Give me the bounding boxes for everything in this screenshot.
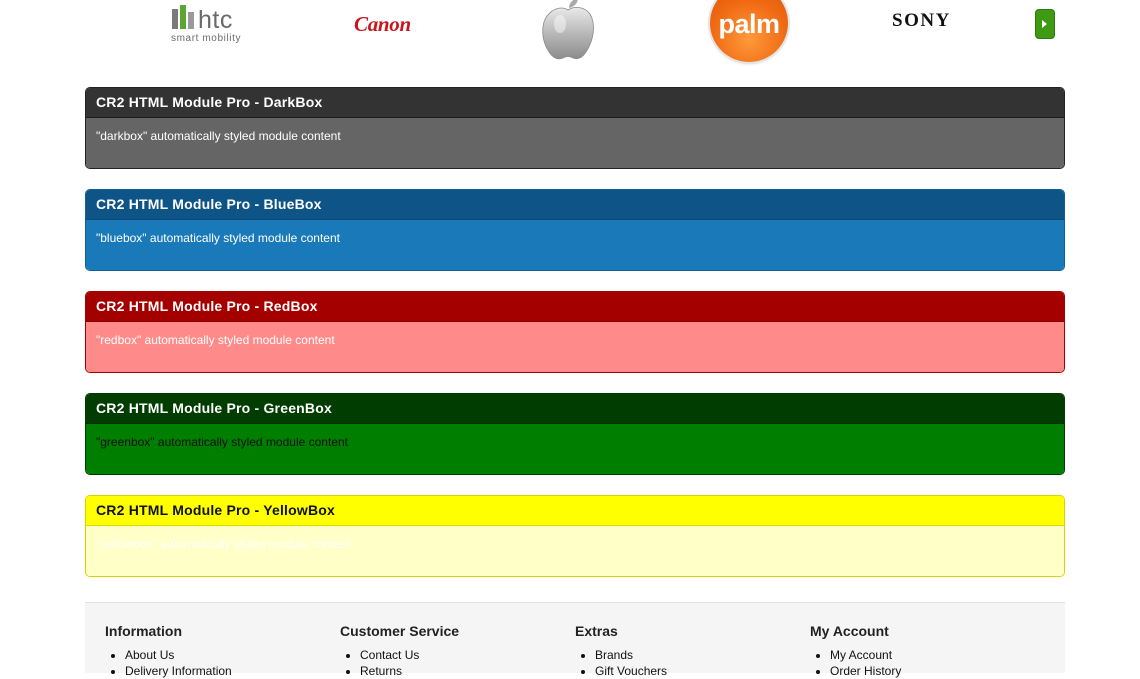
module-darkbox-title: CR2 HTML Module Pro - DarkBox [86,88,1064,118]
footer-link-gift-vouchers-text[interactable]: Gift Vouchers [595,664,667,678]
module-redbox-content: "redbox" automatically styled module con… [86,322,1064,372]
footer-link-returns-text[interactable]: Returns [360,664,402,678]
brand-sony-logo[interactable]: SONY [892,10,951,32]
footer-heading-extras: Extras [575,623,618,639]
footer-link-about-us[interactable]: About Us [125,647,232,663]
htc-tagline: smart mobility [171,33,242,44]
htc-mark-icon [172,5,194,29]
brand-apple-logo[interactable] [538,0,598,67]
carousel-next-button[interactable] [1035,9,1055,39]
brand-canon-logo[interactable]: Canon [354,12,411,37]
htc-wordmark: htc [198,6,233,34]
footer-list-information: About Us Delivery Information [105,647,232,679]
module-greenbox-content: "greenbox" automatically styled module c… [86,424,1064,474]
module-redbox: CR2 HTML Module Pro - RedBox "redbox" au… [85,291,1065,373]
module-redbox-title: CR2 HTML Module Pro - RedBox [86,292,1064,322]
footer-column-extras: Extras Brands Gift Vouchers [575,623,667,679]
module-greenbox: CR2 HTML Module Pro - GreenBox "greenbox… [85,393,1065,475]
brand-htc-logo[interactable]: htc smart mobility [168,2,252,46]
footer-column-information: Information About Us Delivery Informatio… [105,623,232,679]
module-bluebox-content: "bluebox" automatically styled module co… [86,220,1064,270]
brand-palm-logo[interactable]: palm [710,0,788,62]
footer-column-my-account: My Account My Account Order History [810,623,901,679]
footer-heading-customer-service: Customer Service [340,623,460,639]
footer-link-order-history[interactable]: Order History [830,663,901,679]
palm-wordmark: palm [718,9,780,39]
footer-link-gift-vouchers[interactable]: Gift Vouchers [595,663,667,679]
footer-link-delivery-information[interactable]: Delivery Information [125,663,232,679]
module-darkbox: CR2 HTML Module Pro - DarkBox "darkbox" … [85,87,1065,169]
footer-link-contact-us[interactable]: Contact Us [360,647,459,663]
module-greenbox-title: CR2 HTML Module Pro - GreenBox [86,394,1064,424]
footer-heading-information: Information [105,623,182,639]
footer-link-delivery-information-text[interactable]: Delivery Information [125,664,232,678]
footer-link-brands-text[interactable]: Brands [595,648,633,662]
footer-list-customer-service: Contact Us Returns [340,647,459,679]
footer-list-my-account: My Account Order History [810,647,901,679]
module-yellowbox: CR2 HTML Module Pro - YellowBox "yellowb… [85,495,1065,577]
module-bluebox-title: CR2 HTML Module Pro - BlueBox [86,190,1064,220]
footer: Information About Us Delivery Informatio… [85,602,1065,678]
footer-link-contact-us-text[interactable]: Contact Us [360,648,419,662]
footer-link-order-history-text[interactable]: Order History [830,664,901,678]
module-darkbox-content: "darkbox" automatically styled module co… [86,118,1064,168]
footer-link-my-account[interactable]: My Account [830,647,901,663]
chevron-right-icon [1042,20,1047,28]
footer-list-extras: Brands Gift Vouchers [575,647,667,679]
footer-link-my-account-text[interactable]: My Account [830,648,892,662]
brand-carousel: htc smart mobility Canon palm SONY [0,0,1140,66]
module-bluebox: CR2 HTML Module Pro - BlueBox "bluebox" … [85,189,1065,271]
footer-link-brands[interactable]: Brands [595,647,667,663]
footer-link-about-us-text[interactable]: About Us [125,648,174,662]
module-yellowbox-content: "yellowbox" automatically styled module … [86,526,1064,576]
apple-logo-icon [542,0,594,60]
footer-heading-my-account: My Account [810,623,889,639]
footer-link-returns[interactable]: Returns [360,663,459,679]
footer-column-customer-service: Customer Service Contact Us Returns [340,623,459,679]
module-yellowbox-title: CR2 HTML Module Pro - YellowBox [86,496,1064,526]
